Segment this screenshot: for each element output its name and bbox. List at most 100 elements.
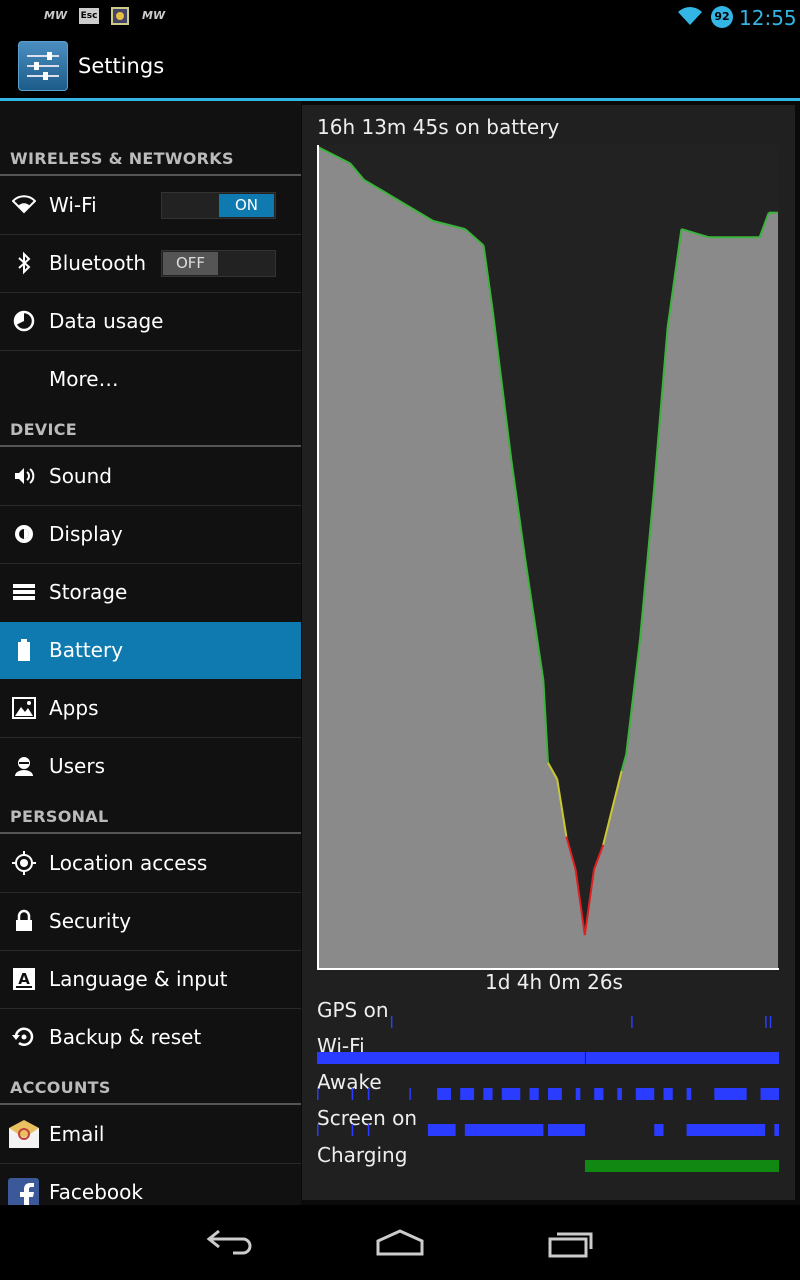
email-icon: [8, 1120, 40, 1150]
email-label: Email: [49, 1122, 105, 1146]
battery-level-chart: [317, 145, 779, 970]
wifi-toggle-state: ON: [219, 194, 274, 217]
category-divider: [0, 174, 301, 176]
apps-label: Apps: [49, 696, 99, 720]
wifi-icon: [11, 193, 37, 217]
user-icon: [12, 754, 36, 778]
wifi-signal-icon: [677, 6, 703, 30]
list-item-facebook[interactable]: Facebook: [0, 1164, 301, 1205]
screen-timeline-segment: [351, 1124, 354, 1136]
apps-icon: [12, 696, 36, 720]
awake-timeline-segment: [529, 1088, 539, 1100]
data-usage-label: Data usage: [49, 309, 164, 333]
wifi-timeline-segment: [317, 1052, 585, 1064]
screen-timeline-segment: [317, 1124, 319, 1136]
awake-timeline-segment: [501, 1088, 521, 1100]
awake-timeline-segment: [617, 1088, 622, 1100]
awake-timeline-segment: [635, 1088, 655, 1100]
wifi-label: Wi-Fi: [49, 193, 97, 217]
category-divider: [0, 832, 301, 834]
awake-timeline-segment: [686, 1088, 692, 1100]
storage-icon: [12, 580, 36, 604]
list-item-users[interactable]: Users: [0, 738, 301, 795]
facebook-icon: [8, 1178, 39, 1205]
home-icon[interactable]: [375, 1227, 425, 1261]
gps-timeline: [390, 1016, 772, 1028]
battery-icon: [12, 638, 36, 662]
awake-timeline-segment: [409, 1088, 411, 1100]
list-item-storage[interactable]: Storage: [0, 564, 301, 621]
bluetooth-label: Bluetooth: [49, 251, 147, 275]
gps-timeline-segment: [631, 1016, 633, 1028]
list-item-bluetooth[interactable]: Bluetooth OFF: [0, 235, 301, 292]
awake-timeline-segment: [460, 1088, 475, 1100]
brightness-icon: [12, 522, 36, 546]
svg-text:A: A: [18, 970, 30, 988]
awake-timeline-segment: [575, 1088, 581, 1100]
esc-notification-icon: Esc: [79, 8, 99, 24]
wifi-timeline: [317, 1052, 779, 1064]
awake-timeline-segment: [351, 1088, 354, 1100]
users-label: Users: [49, 754, 106, 778]
category-divider: [0, 445, 301, 447]
lock-icon: [12, 909, 36, 933]
speaker-icon: [12, 464, 36, 488]
storage-label: Storage: [49, 580, 128, 604]
back-icon[interactable]: [205, 1227, 255, 1261]
list-item-sound[interactable]: Sound: [0, 448, 301, 505]
screen-timeline-segment: [548, 1124, 585, 1136]
list-item-backup[interactable]: Backup & reset: [0, 1009, 301, 1066]
navigation-bar: [0, 1205, 800, 1280]
gps-timeline-segment: [390, 1016, 393, 1028]
list-item-display[interactable]: Display: [0, 506, 301, 563]
category-personal: PERSONAL: [10, 807, 109, 826]
list-item-security[interactable]: Security: [0, 893, 301, 950]
awake-timeline-segment: [317, 1088, 319, 1100]
awake-timeline: [317, 1088, 779, 1100]
wifi-toggle[interactable]: ON: [161, 192, 276, 219]
list-item-email[interactable]: Email: [0, 1106, 301, 1163]
list-item-data-usage[interactable]: Data usage: [0, 293, 301, 350]
screen-timeline: [317, 1124, 779, 1136]
category-accounts: ACCOUNTS: [10, 1078, 111, 1097]
category-wireless-networks: WIRELESS & NETWORKS: [10, 149, 234, 168]
battery-level-icon: 92: [711, 6, 733, 28]
list-item-language[interactable]: A Language & input: [0, 951, 301, 1008]
recent-apps-icon[interactable]: [547, 1225, 597, 1263]
language-label: Language & input: [49, 967, 228, 991]
on-battery-time: 16h 13m 45s on battery: [317, 115, 560, 139]
screen-timeline-segment: [774, 1124, 779, 1136]
page-title: Settings: [78, 54, 165, 78]
bluetooth-icon: [12, 251, 36, 275]
screen-timeline-segment: [654, 1124, 664, 1136]
gps-timeline-segment: [765, 1016, 767, 1028]
awake-timeline-segment: [760, 1088, 779, 1100]
sound-label: Sound: [49, 464, 112, 488]
charging-timeline-segment: [584, 1160, 779, 1172]
awake-timeline-segment: [367, 1088, 370, 1100]
backup-restore-icon: [12, 1025, 36, 1049]
mw-notification-icon: MW: [44, 9, 68, 22]
settings-app-icon[interactable]: [18, 41, 68, 91]
screen-timeline-segment: [367, 1124, 370, 1136]
data-usage-icon: [12, 309, 36, 333]
list-item-location[interactable]: Location access: [0, 835, 301, 892]
awake-timeline-segment: [548, 1088, 562, 1100]
list-item-battery[interactable]: Battery: [0, 622, 301, 679]
list-item-apps[interactable]: Apps: [0, 680, 301, 737]
battery-label: Battery: [49, 638, 124, 662]
screen-timeline-segment: [464, 1124, 544, 1136]
list-item-wifi[interactable]: Wi-Fi ON: [0, 177, 301, 234]
screen-timeline-segment: [427, 1124, 456, 1136]
bluetooth-toggle[interactable]: OFF: [161, 250, 276, 277]
category-divider: [0, 1103, 301, 1105]
wifi-timeline-segment: [585, 1052, 779, 1064]
security-label: Security: [49, 909, 132, 933]
status-bar: MW Esc MW 92 12:55: [0, 0, 800, 34]
facebook-label: Facebook: [49, 1180, 143, 1204]
list-item-more[interactable]: More…: [0, 351, 301, 408]
charging-timeline: [584, 1160, 779, 1172]
awake-timeline-segment: [594, 1088, 604, 1100]
awake-timeline-segment: [663, 1088, 673, 1100]
clock: 12:55: [739, 6, 797, 30]
